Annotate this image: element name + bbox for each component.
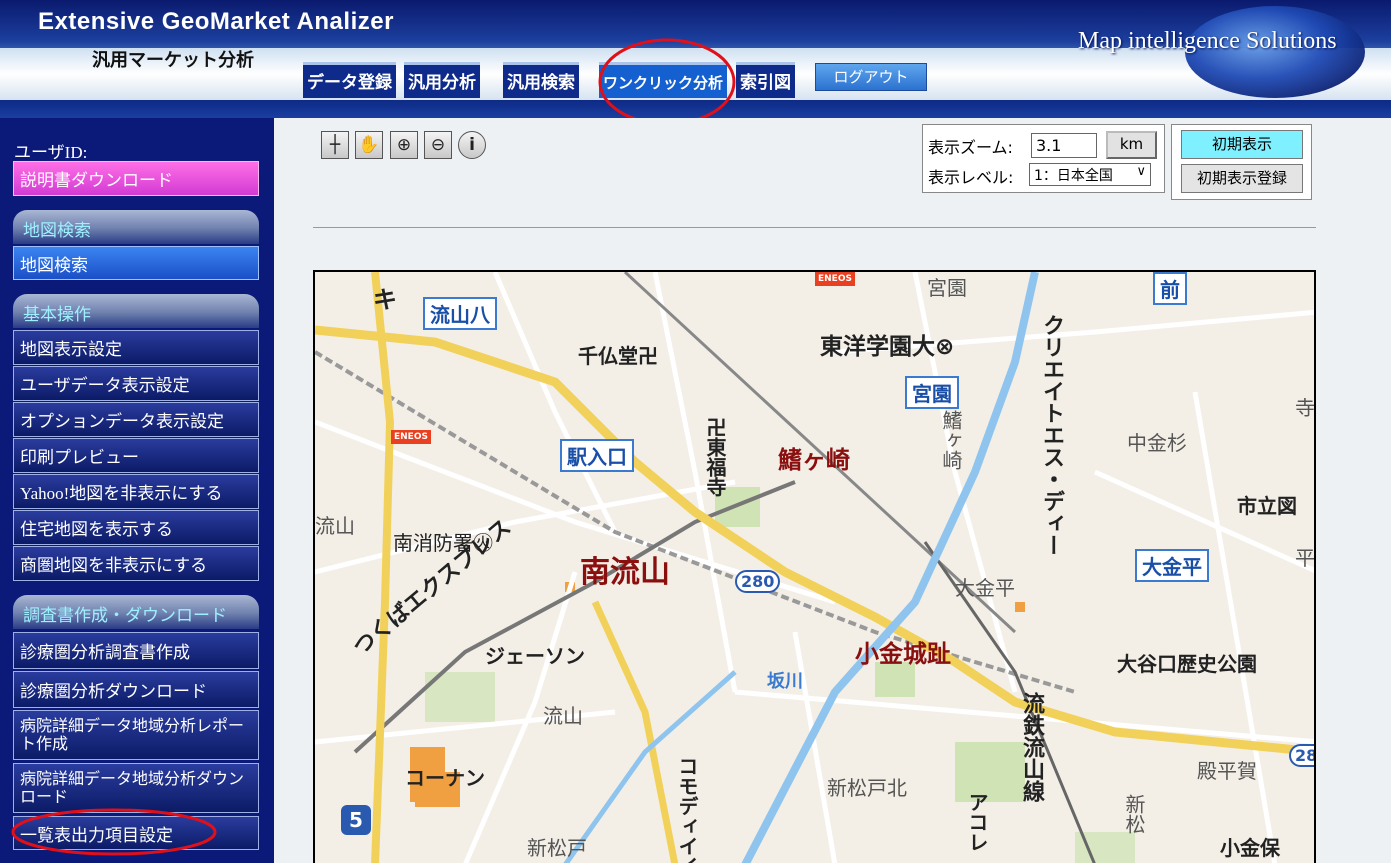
map-label-ootaniguchi-park: 大谷口歴史公園 bbox=[1117, 652, 1257, 676]
tab-index-map[interactable]: 索引図 bbox=[736, 62, 795, 98]
map-label-joson: ジェーソン bbox=[485, 644, 585, 668]
zoom-label: 表示ズーム: bbox=[928, 138, 1013, 157]
map-label-route-280-right: 280 bbox=[1289, 744, 1314, 767]
zoom-input[interactable] bbox=[1031, 133, 1097, 158]
sidebar: ユーザID: 説明書ダウンロード 地図検索 地図検索 基本操作 地図表示設定 ユ… bbox=[0, 118, 274, 863]
map-search-button[interactable]: 地図検索 bbox=[13, 246, 259, 280]
eneos-logo-icon-2: ENEOS bbox=[391, 430, 431, 444]
map-label-shinmatsu: 新松 bbox=[1122, 794, 1146, 834]
app-title: Extensive GeoMarket Analizer bbox=[38, 8, 394, 35]
level-select-value: 1：日本全国 bbox=[1034, 168, 1113, 184]
map-label-minaminagareyama-station: 南流山 bbox=[580, 555, 670, 590]
map-label-shinmatsudo-kita: 新松戸北 bbox=[827, 776, 907, 800]
map-label-nagareyama8: 流山八 bbox=[423, 297, 497, 330]
chevron-down-icon: ∨ bbox=[1136, 164, 1146, 179]
map-label-sakazaki-station: 鰭ヶ崎 bbox=[778, 446, 850, 474]
zoom-in-icon[interactable]: ⊕ bbox=[390, 131, 418, 159]
map-label-ki: キ bbox=[373, 286, 397, 314]
hand-pan-icon[interactable]: ✋ bbox=[355, 131, 383, 159]
map-label-route-5: 5 bbox=[341, 805, 371, 835]
map-label-kogane-jo-station: 小金城趾 bbox=[855, 640, 951, 668]
map-label-oogane: 大金平 bbox=[955, 576, 1015, 600]
initial-display-panel: 初期表示 初期表示登録 bbox=[1171, 124, 1312, 200]
toolbar-divider bbox=[313, 227, 1316, 228]
level-label: 表示レベル: bbox=[928, 168, 1014, 187]
sidebar-item-clinic-report-download[interactable]: 診療圏分析ダウンロード bbox=[13, 671, 259, 708]
sidebar-item-clinic-report-create[interactable]: 診療圏分析調査書作成 bbox=[13, 632, 259, 669]
sidebar-item-list-output-settings[interactable]: 一覧表出力項目設定 bbox=[13, 816, 259, 850]
map-label-higashifukuji: 卍東福寺 bbox=[703, 417, 727, 497]
map-label-shinmatsudo: 新松戸 bbox=[527, 836, 587, 860]
sidebar-item-map-display-settings[interactable]: 地図表示設定 bbox=[13, 330, 259, 365]
section-basic-operations: 基本操作 bbox=[13, 294, 259, 328]
manual-download-button[interactable]: 説明書ダウンロード bbox=[13, 161, 259, 196]
map-label-mae: 前 bbox=[1153, 272, 1187, 305]
map-label-tonodaira: 殿平賀 bbox=[1197, 759, 1257, 783]
initial-display-register-button[interactable]: 初期表示登録 bbox=[1181, 164, 1303, 193]
sidebar-item-hide-yahoo-map[interactable]: Yahoo!地図を非表示にする bbox=[13, 474, 259, 509]
map-label-konan: コーナン bbox=[405, 766, 485, 790]
map-label-senbutsudo: 千仏堂卍 bbox=[578, 344, 658, 368]
map-label-komodity: コモディイイダ bbox=[675, 756, 699, 863]
tab-data-register[interactable]: データ登録 bbox=[303, 62, 396, 98]
map-label-miyazono-station: 宮園 bbox=[905, 376, 959, 409]
map-label-sakagawa: 坂川 bbox=[767, 671, 803, 692]
crosshair-icon[interactable]: ┼ bbox=[321, 131, 349, 159]
tab-general-search[interactable]: 汎用検索 bbox=[503, 62, 579, 98]
sidebar-item-hide-trade-area-map[interactable]: 商圏地図を非表示にする bbox=[13, 546, 259, 581]
app-subtitle: 汎用マーケット分析 bbox=[92, 50, 254, 71]
brand-name: Map intelligence Solutions bbox=[1078, 28, 1337, 54]
map-label-ekiiriguchi: 駅入口 bbox=[560, 439, 634, 472]
map-label-nakakanasugi: 中金杉 bbox=[1127, 431, 1187, 455]
map-label-hei: 平 bbox=[1295, 546, 1315, 570]
sidebar-item-option-data-settings[interactable]: オプションデータ表示設定 bbox=[13, 402, 259, 437]
map-label-akore: アコレ bbox=[965, 792, 989, 852]
tab-one-click-analysis[interactable]: ワンクリック分析 bbox=[599, 62, 728, 98]
sidebar-item-hospital-report-create[interactable]: 病院詳細データ地域分析レポート作成 bbox=[13, 710, 259, 760]
level-select[interactable]: 1：日本全国 ∨ bbox=[1029, 163, 1151, 186]
section-map-search: 地図検索 bbox=[13, 210, 259, 244]
info-icon[interactable]: i bbox=[458, 131, 486, 159]
app-header: Extensive GeoMarket Analizer 汎用マーケット分析 M… bbox=[0, 0, 1391, 118]
map-view[interactable]: 流山八 千仏堂卍 東洋学園大⊗ 宮園 駅入口 卍東福寺 鰭ヶ崎 中金杉 クリエイ… bbox=[313, 270, 1316, 863]
map-label-tera: 寺 bbox=[1295, 396, 1315, 420]
km-button[interactable]: km bbox=[1106, 131, 1157, 159]
section-report-download: 調査書作成・ダウンロード bbox=[13, 595, 259, 629]
sidebar-item-user-data-settings[interactable]: ユーザデータ表示設定 bbox=[13, 366, 259, 401]
zoom-out-icon[interactable]: ⊖ bbox=[424, 131, 452, 159]
map-label-oogane-station: 大金平 bbox=[1135, 549, 1209, 582]
map-label-nagareyama-area: 流山 bbox=[543, 704, 583, 728]
initial-display-button[interactable]: 初期表示 bbox=[1181, 130, 1303, 159]
map-label-toyo-univ: 東洋学園大⊗ bbox=[820, 334, 955, 360]
map-label-miyazono-top: 宮園 bbox=[927, 276, 967, 300]
user-id-label: ユーザID: bbox=[14, 143, 88, 162]
map-label-library: 市立図 bbox=[1237, 494, 1297, 518]
zoom-control-panel: 表示ズーム: km 表示レベル: 1：日本全国 ∨ bbox=[922, 124, 1165, 193]
map-label-create-sd: クリエイトエス・ディー bbox=[1039, 314, 1064, 556]
map-label-ryutetsu-line: 流鉄流山線 bbox=[1019, 692, 1044, 802]
map-label-sakazaki-vertical: 鰭ヶ崎 bbox=[939, 410, 963, 470]
sidebar-item-hospital-report-download[interactable]: 病院詳細データ地域分析ダウンロード bbox=[13, 763, 259, 813]
map-label-koganebo: 小金保 bbox=[1220, 836, 1280, 860]
eneos-logo-icon: ENEOS bbox=[815, 272, 855, 286]
map-label-route-280: 280 bbox=[735, 570, 781, 593]
header-bottom-bar bbox=[0, 100, 1391, 118]
map-label-nagareyama-left: 流山 bbox=[315, 514, 355, 538]
sidebar-item-print-preview[interactable]: 印刷プレビュー bbox=[13, 438, 259, 473]
sidebar-item-show-housing-map[interactable]: 住宅地図を表示する bbox=[13, 510, 259, 545]
logout-button[interactable]: ログアウト bbox=[815, 63, 927, 91]
tab-general-analysis[interactable]: 汎用分析 bbox=[404, 62, 480, 98]
